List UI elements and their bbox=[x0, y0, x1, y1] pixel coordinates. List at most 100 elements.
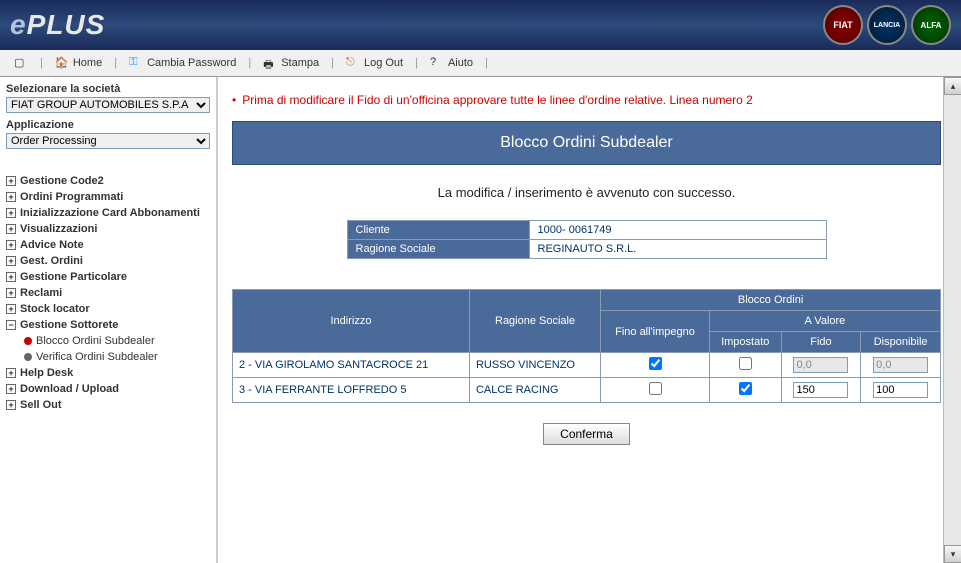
sidebar-item[interactable]: + Ordini Programmati bbox=[6, 189, 210, 205]
cell-impostato bbox=[709, 353, 781, 378]
collapse-icon[interactable]: − bbox=[6, 320, 16, 330]
alert-message: •Prima di modificare il Fido di un'offic… bbox=[232, 93, 941, 107]
cell-indirizzo: 2 - VIA GIROLAMO SANTACROCE 21 bbox=[233, 353, 470, 378]
help-label: Aiuto bbox=[448, 57, 473, 69]
cell-indirizzo: 3 - VIA FERRANTE LOFFREDO 5 bbox=[233, 378, 470, 403]
confirm-button[interactable]: Conferma bbox=[543, 423, 630, 445]
expand-icon[interactable]: + bbox=[6, 176, 16, 186]
confirm-wrap: Conferma bbox=[232, 423, 941, 445]
sidebar-item[interactable]: +Inizializzazione Card Abbonamenti bbox=[6, 205, 210, 221]
expand-icon[interactable]: + bbox=[6, 368, 16, 378]
sidebar-item[interactable]: + Gestione Code2 bbox=[6, 173, 210, 189]
ragione-value: REGINAUTO S.R.L. bbox=[529, 240, 826, 259]
th-a-valore: A Valore bbox=[709, 311, 940, 332]
expand-icon[interactable]: + bbox=[6, 224, 16, 234]
fino-impegno-checkbox[interactable] bbox=[649, 382, 662, 395]
expand-icon[interactable]: + bbox=[6, 304, 16, 314]
cell-fino-impegno bbox=[601, 353, 710, 378]
th-disponibile: Disponibile bbox=[861, 332, 941, 353]
logout-label: Log Out bbox=[364, 57, 403, 69]
page-title: Blocco Ordini Subdealer bbox=[232, 121, 941, 165]
table-row: 2 - VIA GIROLAMO SANTACROCE 21RUSSO VINC… bbox=[233, 353, 941, 378]
expand-icon[interactable]: + bbox=[6, 400, 16, 410]
sidebar-item-label: Gestione Particolare bbox=[20, 271, 127, 283]
sidebar-item[interactable]: +Download / Upload bbox=[6, 381, 210, 397]
sidebar-sub-verifica-ordini[interactable]: Verifica Ordini Subdealer bbox=[6, 349, 210, 365]
cell-ragione: CALCE RACING bbox=[469, 378, 600, 403]
th-impostato: Impostato bbox=[709, 332, 781, 353]
bullet-red-icon bbox=[24, 337, 32, 345]
sidebar-item[interactable]: + Stock locator bbox=[6, 301, 210, 317]
expand-icon[interactable]: + bbox=[6, 256, 16, 266]
scroll-down-icon[interactable]: ▾ bbox=[944, 545, 961, 563]
fino-impegno-checkbox[interactable] bbox=[649, 357, 662, 370]
cell-disponibile bbox=[861, 353, 941, 378]
printer-icon: 🖶 bbox=[263, 56, 277, 70]
cell-impostato bbox=[709, 378, 781, 403]
scrollbar[interactable]: ▴ ▾ bbox=[943, 77, 961, 563]
sidebar-item-label: Gestione Sottorete bbox=[20, 319, 118, 331]
company-label: Selezionare la società bbox=[6, 83, 210, 95]
sidebar-item[interactable]: + Gestione Particolare bbox=[6, 269, 210, 285]
sidebar-item-label: Help Desk bbox=[20, 367, 73, 379]
expand-icon[interactable]: + bbox=[6, 384, 16, 394]
sidebar-item[interactable]: −Gestione Sottorete bbox=[6, 317, 210, 333]
sidebar-item-label: Gestione Code2 bbox=[20, 175, 104, 187]
sidebar-sub-blocco-ordini[interactable]: Blocco Ordini Subdealer bbox=[6, 333, 210, 349]
th-blocco-ordini: Blocco Ordini bbox=[601, 290, 941, 311]
logo: ePLUS bbox=[10, 9, 105, 41]
app-header: ePLUS FIAT LANCIA ALFA bbox=[0, 0, 961, 50]
sidebar-sub-label: Blocco Ordini Subdealer bbox=[36, 335, 155, 347]
company-select[interactable]: FIAT GROUP AUTOMOBILES S.P.A bbox=[6, 97, 210, 113]
th-indirizzo: Indirizzo bbox=[233, 290, 470, 353]
sidebar-item[interactable]: + Reclami bbox=[6, 285, 210, 301]
change-password-label: Cambia Password bbox=[147, 57, 236, 69]
brand-logos: FIAT LANCIA ALFA bbox=[823, 5, 951, 45]
th-ragione: Ragione Sociale bbox=[469, 290, 600, 353]
sidebar-item[interactable]: +Visualizzazioni bbox=[6, 221, 210, 237]
sidebar-item[interactable]: + Advice Note bbox=[6, 237, 210, 253]
expand-icon[interactable]: + bbox=[6, 192, 16, 202]
disponibile-input[interactable] bbox=[873, 382, 928, 398]
scroll-up-icon[interactable]: ▴ bbox=[944, 77, 961, 95]
sidebar-item[interactable]: + Sell Out bbox=[6, 397, 210, 413]
disponibile-input bbox=[873, 357, 928, 373]
application-label: Applicazione bbox=[6, 119, 210, 131]
key-icon: ⚿ bbox=[129, 56, 143, 70]
sidebar-item-label: Advice Note bbox=[20, 239, 84, 251]
table-row: 3 - VIA FERRANTE LOFFREDO 5CALCE RACING bbox=[233, 378, 941, 403]
sidebar-item-label: Reclami bbox=[20, 287, 62, 299]
logo-plus: PLUS bbox=[27, 9, 106, 40]
logout-button[interactable]: ⎋ Log Out bbox=[340, 54, 409, 72]
application-select[interactable]: Order Processing bbox=[6, 133, 210, 149]
th-fino-impegno: Fino all'impegno bbox=[601, 311, 710, 353]
impostato-checkbox[interactable] bbox=[739, 357, 752, 370]
data-table: Indirizzo Ragione Sociale Blocco Ordini … bbox=[232, 289, 941, 403]
bullet-grey-icon bbox=[24, 353, 32, 361]
main: Selezionare la società FIAT GROUP AUTOMO… bbox=[0, 77, 961, 563]
impostato-checkbox[interactable] bbox=[739, 382, 752, 395]
sidebar-item-label: Ordini Programmati bbox=[20, 191, 123, 203]
sidebar-item[interactable]: + Help Desk bbox=[6, 365, 210, 381]
cell-fido bbox=[781, 353, 861, 378]
expand-icon[interactable]: + bbox=[6, 208, 16, 218]
info-table: Cliente 1000- 0061749 Ragione Sociale RE… bbox=[347, 220, 827, 259]
cell-fido bbox=[781, 378, 861, 403]
expand-icon[interactable]: + bbox=[6, 288, 16, 298]
sidebar-item-label: Stock locator bbox=[20, 303, 90, 315]
expand-icon[interactable]: + bbox=[6, 240, 16, 250]
help-icon: ? bbox=[430, 56, 444, 70]
fido-input bbox=[793, 357, 848, 373]
print-button[interactable]: 🖶 Stampa bbox=[257, 54, 325, 72]
fido-input[interactable] bbox=[793, 382, 848, 398]
help-button[interactable]: ? Aiuto bbox=[424, 54, 479, 72]
sidebar-item[interactable]: +Gest. Ordini bbox=[6, 253, 210, 269]
sidebar-item-label: Sell Out bbox=[20, 399, 62, 411]
home-button[interactable]: 🏠 Home bbox=[49, 54, 108, 72]
expand-icon[interactable]: + bbox=[6, 272, 16, 282]
cell-fino-impegno bbox=[601, 378, 710, 403]
change-password-button[interactable]: ⚿ Cambia Password bbox=[123, 54, 242, 72]
toolbar-collapse-button[interactable]: ▢ bbox=[8, 54, 34, 72]
bullet-icon: • bbox=[232, 93, 236, 107]
cell-ragione: RUSSO VINCENZO bbox=[469, 353, 600, 378]
